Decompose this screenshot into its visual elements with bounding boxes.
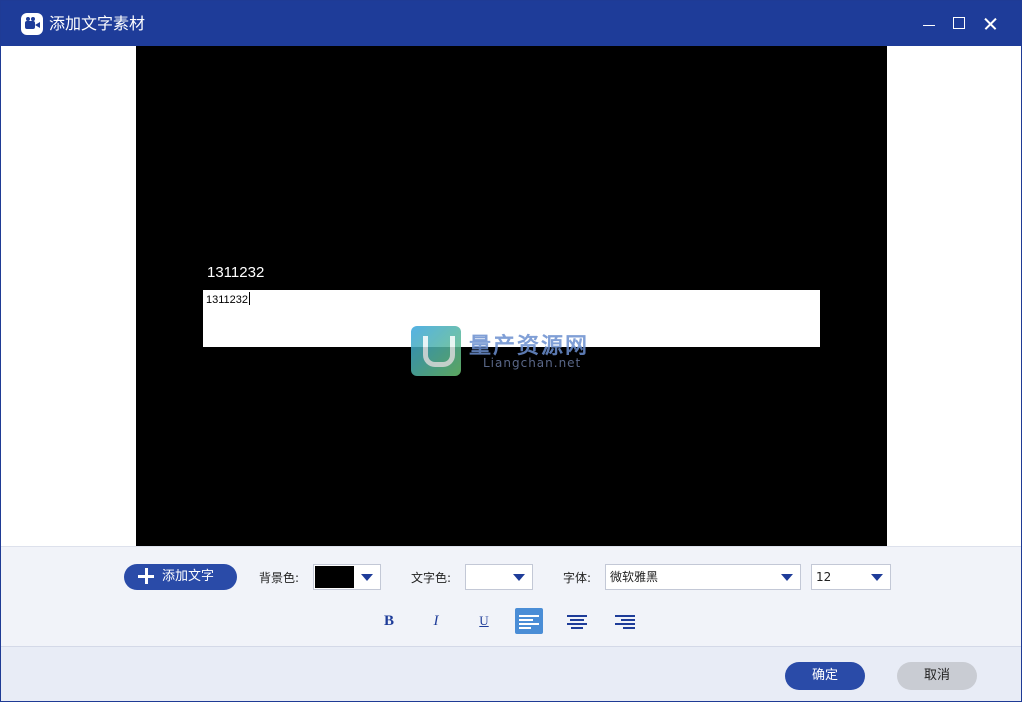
italic-button[interactable]: I (422, 608, 450, 634)
bg-color-swatch (315, 566, 354, 588)
add-text-button[interactable]: 添加文字 (124, 564, 237, 590)
chevron-down-icon (361, 574, 373, 581)
ok-button[interactable]: 确定 (785, 662, 865, 690)
chevron-down-icon (871, 574, 883, 581)
bold-button[interactable]: B (375, 608, 403, 634)
watermark-logo (411, 326, 461, 376)
text-caret (249, 292, 251, 305)
align-center-button[interactable] (563, 608, 591, 634)
text-color-swatch (467, 566, 506, 588)
video-preview[interactable]: 1311232 1311232 量产资源网 Liangchan.net (136, 46, 887, 546)
watermark: 量产资源网 Liangchan.net (411, 324, 631, 380)
align-left-icon (519, 614, 539, 629)
add-text-label: 添加文字 (162, 569, 215, 584)
window-title: 添加文字素材 (49, 14, 146, 33)
watermark-en-text: Liangchan.net (483, 356, 582, 370)
font-size-select[interactable]: 12 (811, 564, 891, 590)
bg-color-label: 背景色: (259, 571, 300, 585)
text-toolbar: 添加文字 背景色: 文字色: 字体: 微软雅黑 12 B I U (1, 546, 1021, 646)
plus-icon (138, 568, 154, 584)
close-icon[interactable] (976, 9, 1004, 37)
align-right-button[interactable] (611, 608, 639, 634)
cancel-button[interactable]: 取消 (897, 662, 977, 690)
add-text-dialog: 添加文字素材 1311232 1311232 量产资源网 Liangchan.n… (0, 0, 1022, 702)
text-edit-value: 1311232 (206, 294, 249, 306)
font-value: 微软雅黑 (610, 570, 659, 584)
text-color-label: 文字色: (411, 571, 452, 585)
align-right-icon (615, 614, 635, 629)
video-camera-icon (21, 13, 43, 35)
title-bar[interactable]: 添加文字素材 (1, 1, 1021, 46)
dialog-footer: 确定 取消 (1, 646, 1021, 701)
underline-button[interactable]: U (470, 608, 498, 634)
chevron-down-icon (513, 574, 525, 581)
align-left-button[interactable] (515, 608, 543, 634)
preview-overlay-text[interactable]: 1311232 (207, 264, 264, 281)
text-color-picker[interactable] (465, 564, 533, 590)
font-size-value: 12 (816, 570, 832, 584)
minimize-icon[interactable] (915, 9, 943, 37)
maximize-icon[interactable] (945, 9, 973, 37)
bg-color-picker[interactable] (313, 564, 381, 590)
font-label: 字体: (563, 571, 592, 585)
chevron-down-icon (781, 574, 793, 581)
font-select[interactable]: 微软雅黑 (605, 564, 801, 590)
align-center-icon (567, 614, 587, 629)
